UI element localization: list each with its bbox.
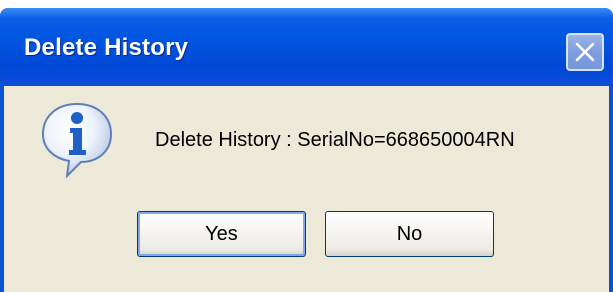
message-dialog: Delete History Delete History: SerialNo… [0,0,613,292]
title-bar[interactable]: Delete History [0,8,613,86]
window-title: Delete History [24,34,189,61]
yes-button-label: Yes [205,222,238,245]
yes-button[interactable]: Yes [137,211,306,257]
dialog-body: Delete History : SerialNo=668650004RN Ye… [4,86,609,292]
close-button[interactable] [566,33,604,71]
dialog-message: Delete History : SerialNo=668650004RN [155,129,515,151]
info-icon [41,102,113,178]
no-button[interactable]: No [325,211,494,257]
close-icon [575,42,595,62]
no-button-label: No [396,222,423,245]
